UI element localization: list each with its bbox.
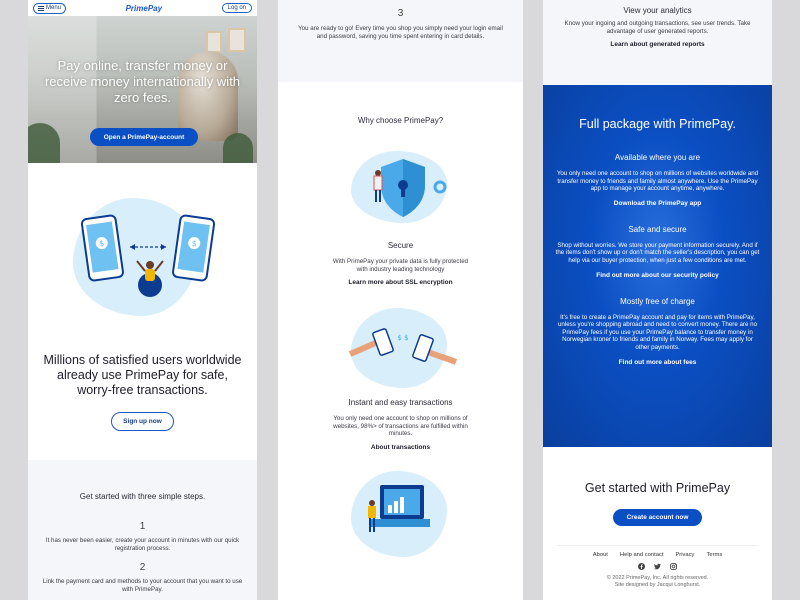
ssl-encryption-link[interactable]: Learn more about SSL encryption [328,279,473,286]
menu-button[interactable]: Menu [33,2,67,14]
steps-section: Get started with three simple steps. 1 I… [28,460,257,600]
download-app-link[interactable]: Download the PrimePay app [555,200,760,207]
footer-link-about[interactable]: About [593,552,608,558]
instagram-icon[interactable] [670,563,677,570]
svg-text:$ $: $ $ [397,334,408,342]
footer-link-terms[interactable]: Terms [706,552,722,558]
login-button[interactable]: Log on [221,3,252,13]
picture-frame [228,28,246,52]
twitter-icon[interactable] [654,563,661,570]
why-heading: Why choose PrimePay? [357,116,444,125]
sign-up-button[interactable]: Sign up now [111,412,174,431]
header: Menu PrimePay Log on [28,0,257,16]
analytics-text: Know your ingoing and outgoing transacti… [564,20,751,35]
mobile-screen-why: 3 You are ready to go! Every time you sh… [278,0,523,600]
package-item-safe: Safe and secure Shop without worries. We… [555,225,760,279]
step-item: 2 Link the payment card and methods to y… [40,562,245,593]
package-text: Shop without worries. We store your paym… [555,241,760,264]
logo[interactable]: PrimePay [126,4,162,13]
laptop-chart-icon [368,484,430,532]
users-illustration-section: $ $ [28,163,257,316]
security-policy-link[interactable]: Find out more about our security policy [555,272,760,279]
fees-link[interactable]: Find out more about fees [555,359,760,366]
hamburger-icon [38,5,44,12]
users-section: Millions of satisfied users worldwide al… [28,308,257,460]
step-3-section: 3 You are ready to go! Every time you sh… [278,0,523,82]
transactions-link[interactable]: About transactions [326,444,475,451]
hero-banner: Pay online, transfer money or receive mo… [28,16,257,163]
full-package-section: Full package with PrimePay. Available wh… [543,85,772,447]
step-text: You are ready to go! Every time you shop… [298,25,503,40]
plant-decoration [28,123,60,163]
feature-text: With PrimePay your private data is fully… [332,258,469,273]
package-title: Available where you are [614,153,701,162]
transactions-illustration: $ $ [278,308,523,396]
package-item-free: Mostly free of charge It's free to creat… [555,297,760,366]
phones-transfer-icon: $ $ [80,214,216,297]
open-account-button[interactable]: Open a PrimePay-account [90,128,198,146]
feature-text: You only need one account to shop on mil… [333,415,468,438]
step-item: 1 It has never been easier, create your … [40,521,245,552]
package-title: Mostly free of charge [620,296,695,306]
footer-links: About Help and contact Privacy Terms [557,552,758,558]
generated-reports-link[interactable]: Learn about generated reports [559,41,756,48]
copyright: © 2022 PrimePay, Inc. All rights reserve… [606,575,709,581]
step-number: 1 [139,521,146,532]
step-number: 2 [139,562,146,574]
facebook-icon[interactable] [638,563,645,570]
feature-title: Secure [387,241,414,250]
create-account-button[interactable]: Create account now [612,509,703,526]
get-started-section: Get started with PrimePay Create account… [543,447,772,545]
package-text: You only need one account to shop on mil… [556,170,759,193]
footer: About Help and contact Privacy Terms © 2… [557,545,758,589]
social-icons [557,563,758,570]
step-text: It has never been easier, create your ac… [45,537,240,552]
package-title: Safe and secure [628,224,687,234]
phones-payment-icon: $ $ [348,328,458,365]
step-text: Link the payment card and methods to you… [42,578,243,593]
secure-illustration [278,139,523,239]
footer-link-help[interactable]: Help and contact [620,552,664,558]
feature-title: Instant and easy transactions [348,398,453,408]
why-section: Why choose PrimePay? Secure With PrimePa… [278,82,523,561]
full-package-heading: Full package with PrimePay. [579,117,736,131]
picture-frame [206,31,222,53]
feature-transactions: Instant and easy transactions You only n… [278,398,523,451]
package-item-available: Available where you are You only need on… [555,153,760,207]
analytics-illustration [278,470,523,561]
mobile-screen-home: Menu PrimePay Log on Pay online, transfe… [28,0,257,600]
steps-heading: Get started with three simple steps. [79,492,206,501]
users-heading: Millions of satisfied users worldwide al… [43,353,242,397]
plant-decoration [223,133,253,163]
hero-headline: Pay online, transfer money or receive mo… [44,58,241,105]
feature-secure: Secure With PrimePay your private data i… [278,241,523,286]
shield-lock-icon [373,159,447,217]
get-started-heading: Get started with PrimePay [584,481,731,495]
mobile-screen-package: View your analytics Know your ingoing an… [543,0,772,600]
analytics-title: View your analytics [623,6,692,15]
package-text: It's free to create a PrimePay account a… [557,313,758,351]
designer-credit: Site designed by Jacqui Longhurst. [614,582,701,588]
menu-label: Menu [46,5,62,11]
footer-link-privacy[interactable]: Privacy [675,552,694,558]
analytics-section: View your analytics Know your ingoing an… [543,0,772,85]
step-number: 3 [397,8,404,19]
